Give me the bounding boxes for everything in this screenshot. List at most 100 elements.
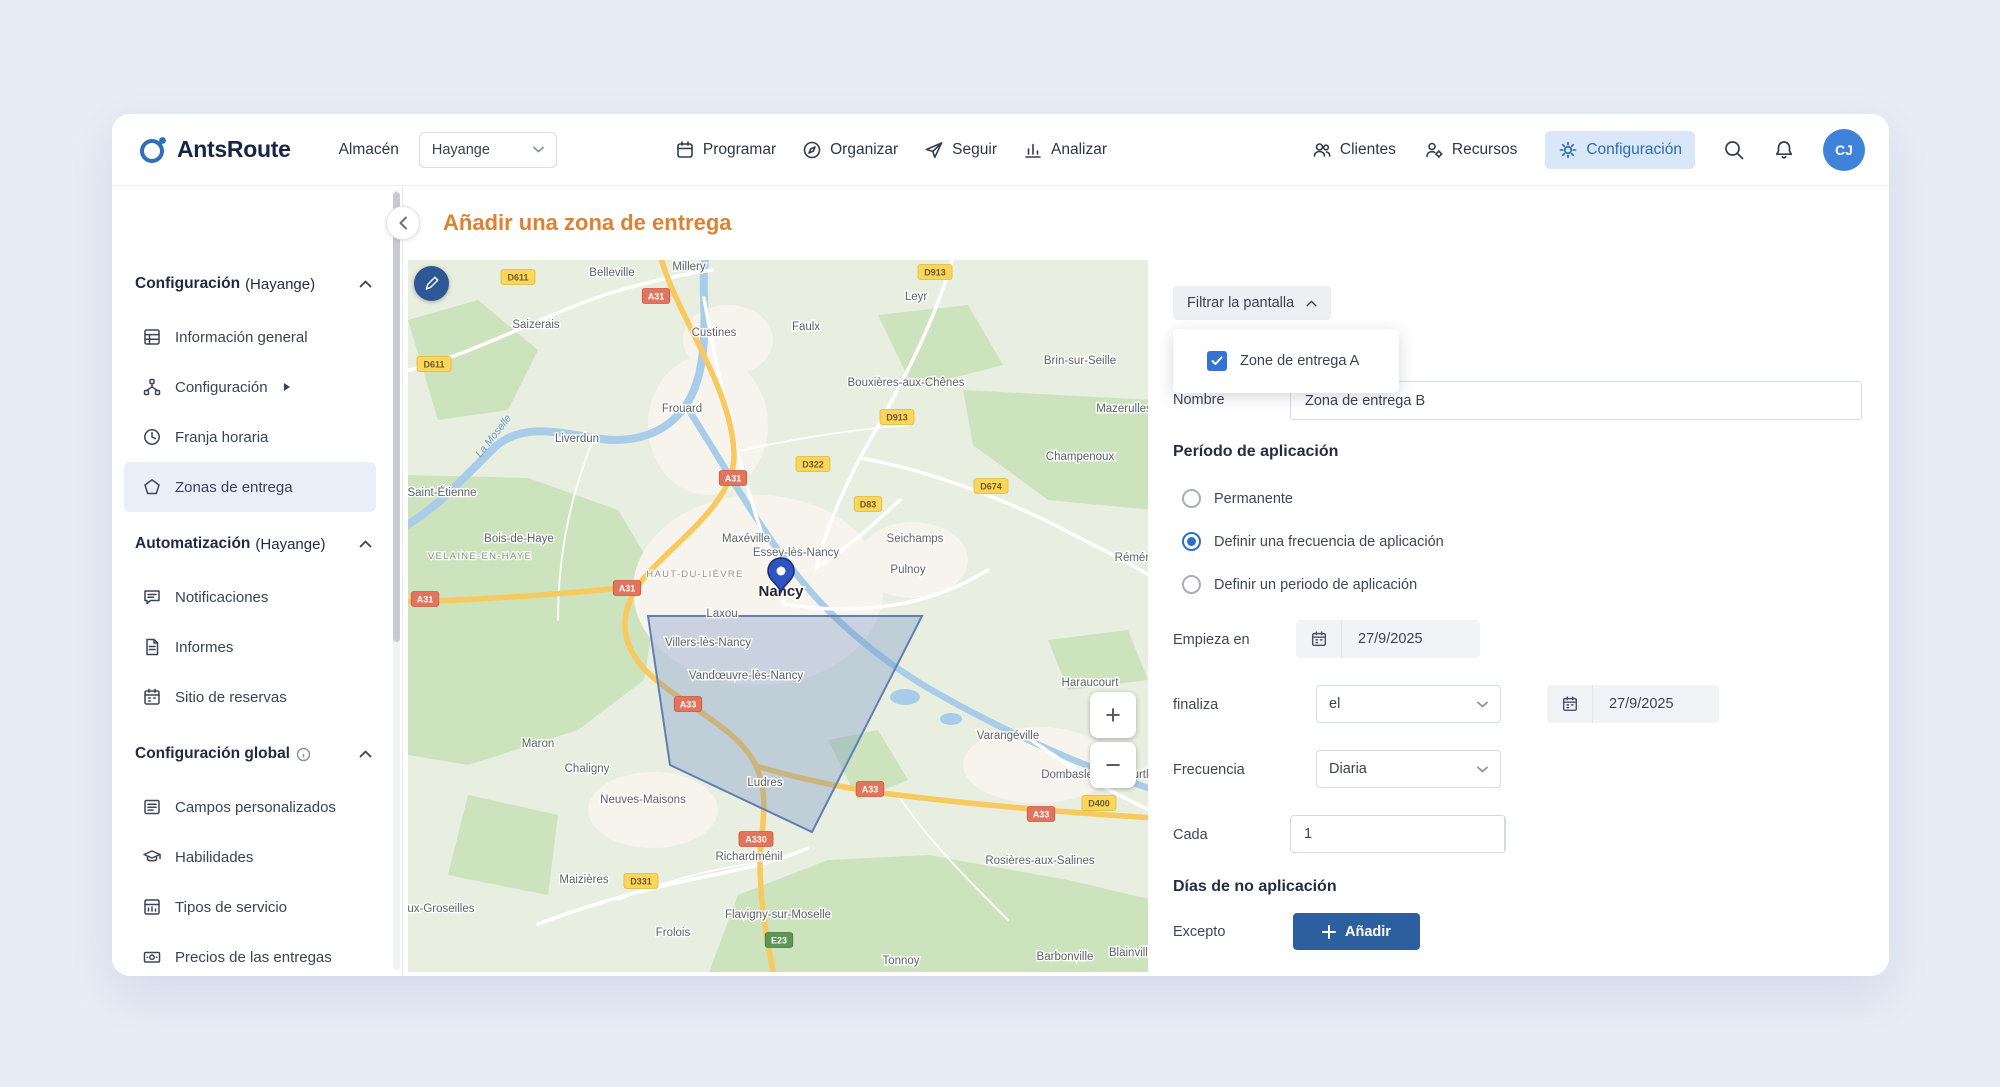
sidebar-item-configuracion[interactable]: Configuración (124, 362, 376, 412)
sidebar-item-franja-horaria[interactable]: Franja horaria (124, 412, 376, 462)
road-shield: A31 (612, 580, 642, 596)
avatar[interactable]: CJ (1823, 128, 1865, 171)
radio-periodo[interactable]: Definir un periodo de aplicación (1182, 575, 1417, 594)
map-label: Frouard (662, 403, 702, 415)
nav-recursos[interactable]: Recursos (1424, 140, 1517, 160)
nav-analizar[interactable]: Analizar (1023, 140, 1107, 160)
start-date-value[interactable]: 27/9/2025 (1342, 620, 1439, 658)
starts-label: Empieza en (1173, 632, 1250, 648)
clock-icon (144, 429, 160, 445)
calendar-icon (1311, 631, 1326, 647)
sidebar-item-campos-personalizados[interactable]: Campos personalizados (124, 782, 376, 832)
nav-label: Clientes (1339, 140, 1396, 158)
main-nav: Programar Organizar Seguir Analizar (675, 140, 1107, 160)
svg-text:A31: A31 (417, 595, 434, 605)
sidebar-item-zonas-de-entrega[interactable]: Zonas de entrega (124, 462, 376, 512)
sidebar-item-label: Campos personalizados (175, 798, 336, 816)
road-shield: D913 (879, 409, 915, 425)
back-button[interactable] (386, 206, 420, 240)
road-shield: D611 (500, 269, 536, 285)
bell-icon[interactable] (1773, 139, 1795, 161)
sidebar-item-informacion-general[interactable]: Información general (124, 312, 376, 362)
top-navbar: AntsRoute Almacén Hayange Programar Orga… (112, 114, 1889, 186)
user-gear-icon (1426, 142, 1443, 158)
sidebar: Configuración (Hayange) Información gene… (112, 186, 403, 976)
add-exception-button[interactable]: Añadir (1293, 913, 1420, 950)
map-label: Rosières-aux-Salines (985, 855, 1095, 867)
zone-a-checkbox[interactable] (1207, 351, 1227, 371)
sidebar-section-configuracion[interactable]: Configuración (Hayange) (112, 264, 402, 304)
check-icon (1211, 356, 1223, 365)
nav-configuracion[interactable]: Configuración (1545, 130, 1695, 169)
document-icon (146, 638, 159, 656)
warehouse-select[interactable]: Hayange (418, 131, 557, 168)
road-shield: A33 (855, 781, 885, 797)
radio-circle[interactable] (1182, 489, 1201, 508)
map-label: Villers-lès-Nancy (665, 637, 751, 649)
radio-frecuencia[interactable]: Definir una frecuencia de aplicación (1182, 532, 1444, 551)
chevron-up-icon[interactable] (359, 750, 372, 758)
zoom-out-button[interactable]: − (1090, 742, 1136, 788)
every-value-input[interactable] (1291, 816, 1504, 852)
page-title: Añadir una zona de entrega (443, 210, 732, 235)
map[interactable]: D611 A31 D913 D611 D913 D322 A31 D83 D674 A31 A31 A… (408, 260, 1148, 972)
calendar-button[interactable] (1296, 620, 1342, 658)
road-shield: D674 (973, 478, 1009, 494)
map-label: Richardménil (715, 851, 782, 863)
frequency-select[interactable]: Diaria (1316, 750, 1501, 788)
sidebar-section-configuracion-global[interactable]: Configuración global (112, 734, 402, 774)
map-label: Pulnoy (890, 564, 925, 576)
map-label: Leyr (905, 291, 928, 303)
road-shield: D83 (853, 496, 883, 512)
sidebar-item-sitio-de-reservas[interactable]: Sitio de reservas (124, 672, 376, 722)
polygon-icon (144, 479, 160, 495)
sidebar-item-label: Zonas de entrega (175, 478, 293, 496)
filter-screen-button[interactable]: Filtrar la pantalla (1173, 286, 1332, 320)
chevron-up-icon[interactable] (359, 540, 372, 548)
chevron-up-icon[interactable] (359, 280, 372, 288)
search-icon[interactable] (1723, 139, 1745, 161)
sidebar-scrollbar[interactable] (393, 190, 400, 970)
draw-zone-tool[interactable] (414, 266, 449, 301)
radio-label: Permanente (1214, 490, 1293, 507)
scrollbar-thumb[interactable] (393, 192, 400, 642)
road-shield: D913 (917, 264, 953, 280)
svg-text:A33: A33 (680, 700, 697, 710)
map-label: Neuves-Maisons (600, 794, 686, 806)
nav-clientes[interactable]: Clientes (1312, 140, 1396, 160)
radio-circle[interactable] (1182, 575, 1201, 594)
sidebar-item-tipos-de-servicio[interactable]: Tipos de servicio (124, 882, 376, 932)
nav-seguir[interactable]: Seguir (924, 140, 997, 160)
radio-circle-selected[interactable] (1182, 532, 1201, 551)
nav-programar[interactable]: Programar (675, 140, 776, 160)
map-label: Faulx (792, 321, 820, 333)
filter-option-label[interactable]: Zone de entrega A (1240, 353, 1359, 369)
end-date-picker[interactable]: 27/9/2025 (1547, 685, 1719, 723)
map-label: Custines (692, 327, 737, 339)
brand-logo[interactable]: AntsRoute (138, 135, 291, 165)
map-label: Millery (672, 261, 705, 273)
end-date-value[interactable]: 27/9/2025 (1593, 685, 1690, 723)
ends-mode-select[interactable]: el (1316, 685, 1501, 723)
svg-text:A31: A31 (619, 584, 636, 594)
nav-organizar[interactable]: Organizar (802, 140, 898, 160)
brand-name: AntsRoute (177, 136, 291, 162)
map-label: Tonnoy (882, 955, 919, 967)
nav-label: Configuración (1586, 140, 1682, 158)
sidebar-section-automatizacion[interactable]: Automatización (Hayange) (112, 524, 402, 564)
sidebar-item-notificaciones[interactable]: Notificaciones (124, 572, 376, 622)
sidebar-item-label: Tipos de servicio (175, 898, 287, 916)
start-date-picker[interactable]: 27/9/2025 (1296, 620, 1480, 658)
svg-text:D322: D322 (802, 460, 824, 470)
chevron-left-icon (399, 216, 407, 230)
sidebar-item-label: Habilidades (175, 848, 254, 866)
filter-dropdown: Zone de entrega A (1173, 329, 1399, 393)
svg-text:A31: A31 (725, 474, 742, 484)
calendar-button[interactable] (1547, 685, 1593, 723)
sidebar-item-habilidades[interactable]: Habilidades (124, 832, 376, 882)
road-shield: A31 (641, 288, 671, 304)
zoom-in-button[interactable]: + (1090, 692, 1136, 738)
sidebar-item-informes[interactable]: Informes (124, 622, 376, 672)
radio-permanente[interactable]: Permanente (1182, 489, 1293, 508)
sidebar-item-precios-de-las-entregas[interactable]: Precios de las entregas (124, 932, 376, 976)
